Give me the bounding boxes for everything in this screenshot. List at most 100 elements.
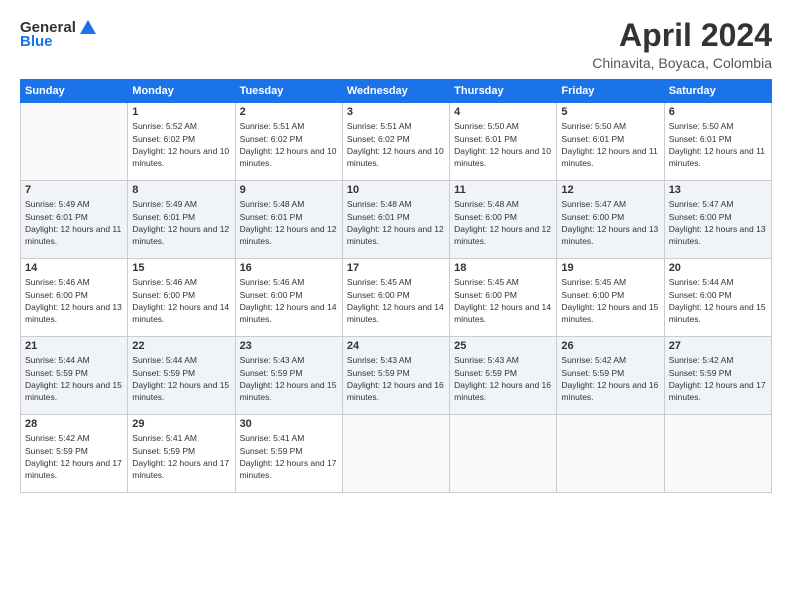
day-number: 27 xyxy=(669,340,767,352)
day-info: Sunrise: 5:52 AMSunset: 6:02 PMDaylight:… xyxy=(132,120,230,169)
day-number: 7 xyxy=(25,184,123,196)
day-info: Sunrise: 5:51 AMSunset: 6:02 PMDaylight:… xyxy=(240,120,338,169)
day-number: 16 xyxy=(240,262,338,274)
day-number: 14 xyxy=(25,262,123,274)
header-monday: Monday xyxy=(128,80,235,103)
calendar-cell: 11 Sunrise: 5:48 AMSunset: 6:00 PMDayligh… xyxy=(450,181,557,259)
day-info: Sunrise: 5:43 AMSunset: 5:59 PMDaylight:… xyxy=(347,354,445,403)
day-number: 2 xyxy=(240,106,338,118)
day-info: Sunrise: 5:43 AMSunset: 5:59 PMDaylight:… xyxy=(454,354,552,403)
calendar-cell xyxy=(664,415,771,493)
calendar-cell: 22 Sunrise: 5:44 AMSunset: 5:59 PMDayligh… xyxy=(128,337,235,415)
week-row-3: 14 Sunrise: 5:46 AMSunset: 6:00 PMDayligh… xyxy=(21,259,772,337)
day-number: 9 xyxy=(240,184,338,196)
day-info: Sunrise: 5:41 AMSunset: 5:59 PMDaylight:… xyxy=(240,432,338,481)
calendar-cell: 6Sunrise: 5:50 AMSunset: 6:01 PMDaylight… xyxy=(664,103,771,181)
day-number: 12 xyxy=(561,184,659,196)
calendar-cell: 1 Sunrise: 5:52 AMSunset: 6:02 PMDaylight… xyxy=(128,103,235,181)
day-info: Sunrise: 5:47 AMSunset: 6:00 PMDaylight:… xyxy=(669,198,767,247)
day-info: Sunrise: 5:41 AMSunset: 5:59 PMDaylight:… xyxy=(132,432,230,481)
day-number: 22 xyxy=(132,340,230,352)
day-info: Sunrise: 5:46 AMSunset: 6:00 PMDaylight:… xyxy=(25,276,123,325)
week-row-4: 21 Sunrise: 5:44 AMSunset: 5:59 PMDayligh… xyxy=(21,337,772,415)
week-row-5: 28Sunrise: 5:42 AMSunset: 5:59 PMDayligh… xyxy=(21,415,772,493)
calendar-cell: 12 Sunrise: 5:47 AMSunset: 6:00 PMDayligh… xyxy=(557,181,664,259)
header-tuesday: Tuesday xyxy=(235,80,342,103)
logo-icon xyxy=(78,18,98,36)
day-info: Sunrise: 5:42 AMSunset: 5:59 PMDaylight:… xyxy=(669,354,767,403)
calendar-cell: 8 Sunrise: 5:49 AMSunset: 6:01 PMDaylight… xyxy=(128,181,235,259)
month-title: April 2024 xyxy=(592,18,772,53)
header-wednesday: Wednesday xyxy=(342,80,449,103)
calendar-cell xyxy=(21,103,128,181)
day-info: Sunrise: 5:45 AMSunset: 6:00 PMDaylight:… xyxy=(454,276,552,325)
logo-blue: Blue xyxy=(20,33,53,50)
day-number: 5 xyxy=(561,106,659,118)
day-number: 18 xyxy=(454,262,552,274)
day-number: 10 xyxy=(347,184,445,196)
day-info: Sunrise: 5:46 AMSunset: 6:00 PMDaylight:… xyxy=(240,276,338,325)
day-info: Sunrise: 5:50 AMSunset: 6:01 PMDaylight:… xyxy=(454,120,552,169)
day-number: 29 xyxy=(132,418,230,430)
calendar-cell: 15Sunrise: 5:46 AMSunset: 6:00 PMDayligh… xyxy=(128,259,235,337)
calendar-cell: 9 Sunrise: 5:48 AMSunset: 6:01 PMDaylight… xyxy=(235,181,342,259)
calendar-cell xyxy=(557,415,664,493)
day-number: 20 xyxy=(669,262,767,274)
calendar-cell: 24 Sunrise: 5:43 AMSunset: 5:59 PMDayligh… xyxy=(342,337,449,415)
day-info: Sunrise: 5:51 AMSunset: 6:02 PMDaylight:… xyxy=(347,120,445,169)
calendar-cell: 17 Sunrise: 5:45 AMSunset: 6:00 PMDayligh… xyxy=(342,259,449,337)
day-info: Sunrise: 5:49 AMSunset: 6:01 PMDaylight:… xyxy=(25,198,123,247)
week-row-2: 7 Sunrise: 5:49 AMSunset: 6:01 PMDaylight… xyxy=(21,181,772,259)
day-info: Sunrise: 5:48 AMSunset: 6:01 PMDaylight:… xyxy=(347,198,445,247)
day-number: 28 xyxy=(25,418,123,430)
day-number: 26 xyxy=(561,340,659,352)
calendar-cell: 27 Sunrise: 5:42 AMSunset: 5:59 PMDayligh… xyxy=(664,337,771,415)
day-number: 1 xyxy=(132,106,230,118)
day-number: 25 xyxy=(454,340,552,352)
calendar-table: Sunday Monday Tuesday Wednesday Thursday… xyxy=(20,79,772,493)
day-info: Sunrise: 5:47 AMSunset: 6:00 PMDaylight:… xyxy=(561,198,659,247)
day-info: Sunrise: 5:45 AMSunset: 6:00 PMDaylight:… xyxy=(347,276,445,325)
header-thursday: Thursday xyxy=(450,80,557,103)
day-number: 15 xyxy=(132,262,230,274)
day-info: Sunrise: 5:44 AMSunset: 5:59 PMDaylight:… xyxy=(25,354,123,403)
calendar-cell: 28Sunrise: 5:42 AMSunset: 5:59 PMDayligh… xyxy=(21,415,128,493)
calendar-cell: 30 Sunrise: 5:41 AMSunset: 5:59 PMDayligh… xyxy=(235,415,342,493)
day-number: 4 xyxy=(454,106,552,118)
day-info: Sunrise: 5:50 AMSunset: 6:01 PMDaylight:… xyxy=(561,120,659,169)
day-number: 6 xyxy=(669,106,767,118)
weekday-header-row: Sunday Monday Tuesday Wednesday Thursday… xyxy=(21,80,772,103)
calendar-cell: 21 Sunrise: 5:44 AMSunset: 5:59 PMDayligh… xyxy=(21,337,128,415)
day-number: 30 xyxy=(240,418,338,430)
calendar-cell: 25 Sunrise: 5:43 AMSunset: 5:59 PMDayligh… xyxy=(450,337,557,415)
calendar-cell xyxy=(342,415,449,493)
header-friday: Friday xyxy=(557,80,664,103)
calendar-cell: 20 Sunrise: 5:44 AMSunset: 6:00 PMDayligh… xyxy=(664,259,771,337)
location-title: Chinavita, Boyaca, Colombia xyxy=(592,55,772,71)
calendar-cell: 3Sunrise: 5:51 AMSunset: 6:02 PMDaylight… xyxy=(342,103,449,181)
calendar-cell: 4 Sunrise: 5:50 AMSunset: 6:01 PMDaylight… xyxy=(450,103,557,181)
calendar-page: General Blue April 2024 Chinavita, Boyac… xyxy=(0,0,792,612)
day-info: Sunrise: 5:43 AMSunset: 5:59 PMDaylight:… xyxy=(240,354,338,403)
day-info: Sunrise: 5:49 AMSunset: 6:01 PMDaylight:… xyxy=(132,198,230,247)
day-number: 8 xyxy=(132,184,230,196)
calendar-cell: 29 Sunrise: 5:41 AMSunset: 5:59 PMDayligh… xyxy=(128,415,235,493)
day-info: Sunrise: 5:48 AMSunset: 6:00 PMDaylight:… xyxy=(454,198,552,247)
header: General Blue April 2024 Chinavita, Boyac… xyxy=(20,18,772,71)
calendar-cell: 7 Sunrise: 5:49 AMSunset: 6:01 PMDaylight… xyxy=(21,181,128,259)
calendar-cell xyxy=(450,415,557,493)
day-info: Sunrise: 5:48 AMSunset: 6:01 PMDaylight:… xyxy=(240,198,338,247)
day-info: Sunrise: 5:44 AMSunset: 6:00 PMDaylight:… xyxy=(669,276,767,325)
day-number: 24 xyxy=(347,340,445,352)
day-number: 21 xyxy=(25,340,123,352)
calendar-cell: 19Sunrise: 5:45 AMSunset: 6:00 PMDayligh… xyxy=(557,259,664,337)
week-row-1: 1 Sunrise: 5:52 AMSunset: 6:02 PMDaylight… xyxy=(21,103,772,181)
day-number: 17 xyxy=(347,262,445,274)
calendar-cell: 16 Sunrise: 5:46 AMSunset: 6:00 PMDayligh… xyxy=(235,259,342,337)
day-number: 13 xyxy=(669,184,767,196)
day-number: 11 xyxy=(454,184,552,196)
day-info: Sunrise: 5:45 AMSunset: 6:00 PMDaylight:… xyxy=(561,276,659,325)
header-sunday: Sunday xyxy=(21,80,128,103)
calendar-cell: 14 Sunrise: 5:46 AMSunset: 6:00 PMDayligh… xyxy=(21,259,128,337)
day-info: Sunrise: 5:44 AMSunset: 5:59 PMDaylight:… xyxy=(132,354,230,403)
